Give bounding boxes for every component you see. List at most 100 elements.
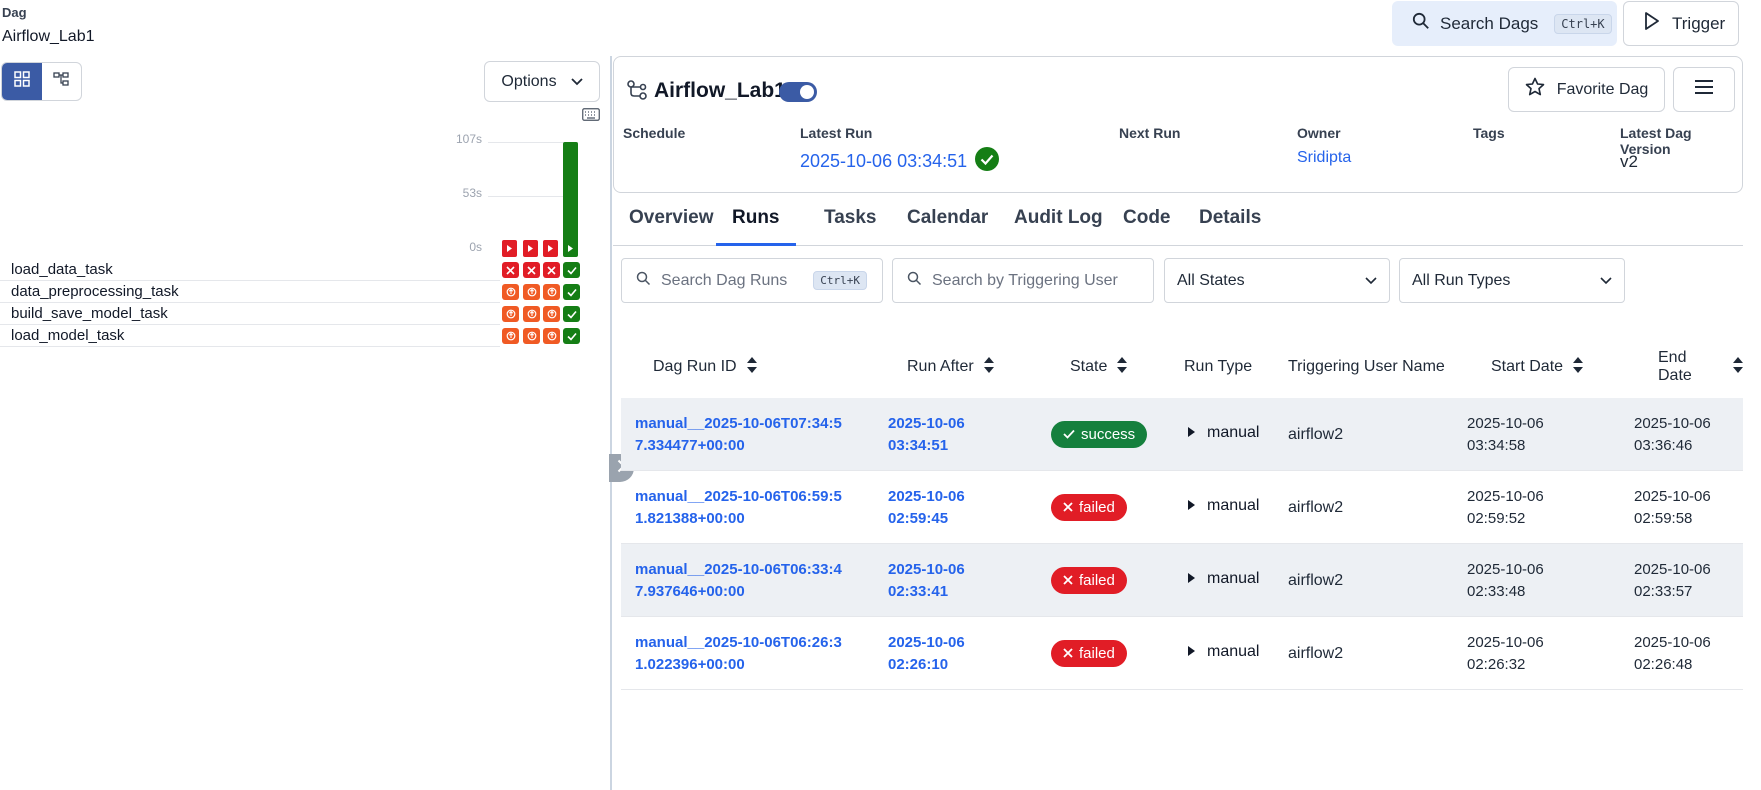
- end-date-line: 02:26:48: [1634, 656, 1693, 673]
- task-row[interactable]: build_save_model_task: [0, 303, 500, 325]
- run-type-filter-select[interactable]: All Run Types: [1399, 258, 1625, 303]
- hamburger-icon: [1695, 80, 1713, 99]
- task-cell-success[interactable]: [563, 284, 580, 300]
- run-after-link[interactable]: 2025-10-06 02:59:45: [888, 486, 965, 530]
- table-row[interactable]: manual__2025-10-06T06:26:3 1.022396+00:0…: [621, 617, 1743, 690]
- run-bar-failed[interactable]: [502, 240, 517, 257]
- tab-details[interactable]: Details: [1183, 207, 1277, 246]
- tab-overview[interactable]: Overview: [613, 207, 730, 246]
- task-cell-upstream-failed[interactable]: [543, 306, 560, 322]
- play-icon: [1644, 12, 1660, 35]
- dag-run-id-line: 1.022396+00:00: [635, 656, 745, 673]
- task-cell-upstream-failed[interactable]: [502, 328, 519, 344]
- state-filter-select[interactable]: All States: [1164, 258, 1390, 303]
- search-triggering-user-input[interactable]: Search by Triggering User: [892, 258, 1154, 303]
- run-after-link[interactable]: 2025-10-06 03:34:51: [888, 413, 965, 457]
- task-cell-success[interactable]: [563, 262, 580, 278]
- task-cell-upstream-failed[interactable]: [523, 284, 540, 300]
- search-dags-button[interactable]: Search Dags Ctrl+K: [1392, 1, 1617, 46]
- breadcrumb-dag-name[interactable]: Airflow_Lab1: [2, 28, 95, 46]
- column-header-state[interactable]: State: [1070, 337, 1128, 397]
- run-bar-failed[interactable]: [543, 240, 558, 257]
- run-type-cell: manual: [1188, 570, 1259, 588]
- task-cell-upstream-failed[interactable]: [502, 306, 519, 322]
- end-date-line: 2025-10-06: [1634, 415, 1711, 432]
- tab-calendar[interactable]: Calendar: [891, 207, 1004, 246]
- grid-view-button[interactable]: [2, 63, 42, 100]
- task-cell-upstream-failed[interactable]: [502, 284, 519, 300]
- trigger-button[interactable]: Trigger: [1623, 1, 1739, 46]
- x-icon: [1063, 645, 1073, 662]
- dag-run-id-link[interactable]: manual__2025-10-06T06:59:5 1.821388+00:0…: [635, 486, 842, 530]
- options-label: Options: [501, 72, 557, 90]
- column-header-label: Dag Run ID: [653, 358, 737, 375]
- y-axis-label-max: 107s: [455, 132, 482, 146]
- end-date-line: 02:33:57: [1634, 583, 1693, 600]
- dag-menu-button[interactable]: [1673, 67, 1735, 112]
- column-header-run-after[interactable]: Run After: [907, 337, 994, 397]
- task-cell-upstream-failed[interactable]: [523, 328, 540, 344]
- table-row[interactable]: manual__2025-10-06T06:59:5 1.821388+00:0…: [621, 471, 1743, 544]
- table-row[interactable]: manual__2025-10-06T07:34:5 7.334477+00:0…: [621, 398, 1743, 471]
- graph-view-button[interactable]: [42, 63, 82, 100]
- task-name: build_save_model_task: [11, 305, 168, 322]
- task-row[interactable]: data_preprocessing_task: [0, 281, 500, 303]
- sort-icon: [1573, 356, 1584, 378]
- state-badge-label: success: [1081, 426, 1136, 443]
- options-dropdown[interactable]: Options: [484, 61, 600, 102]
- start-date-line: 03:34:58: [1467, 437, 1526, 454]
- run-bar-failed[interactable]: [523, 240, 538, 257]
- end-date-line: 2025-10-06: [1634, 634, 1711, 651]
- star-icon: [1525, 77, 1545, 102]
- task-cell-upstream-failed[interactable]: [523, 306, 540, 322]
- task-cell-upstream-failed[interactable]: [543, 328, 560, 344]
- owner-link[interactable]: Sridipta: [1297, 149, 1351, 167]
- run-bar-success[interactable]: [563, 142, 578, 257]
- run-after-link[interactable]: 2025-10-06 02:33:41: [888, 559, 965, 603]
- task-cell-success[interactable]: [563, 328, 580, 344]
- task-cell-failed[interactable]: [502, 262, 519, 278]
- run-after-line: 02:26:10: [888, 656, 949, 673]
- chevron-down-icon: [1600, 272, 1612, 290]
- keyboard-icon[interactable]: [582, 108, 600, 126]
- task-cell-failed[interactable]: [523, 262, 540, 278]
- run-after-link[interactable]: 2025-10-06 02:26:10: [888, 632, 965, 676]
- task-name: load_model_task: [11, 327, 125, 344]
- latest-run-link[interactable]: 2025-10-06 03:34:51: [800, 147, 1000, 176]
- column-header-end-date[interactable]: End Date: [1658, 337, 1743, 397]
- dag-run-id-line: manual__2025-10-06T07:34:5: [635, 415, 842, 432]
- latest-run-label: Latest Run: [800, 125, 873, 141]
- dag-run-id-link[interactable]: manual__2025-10-06T06:33:4 7.937646+00:0…: [635, 559, 842, 603]
- task-cell-success[interactable]: [563, 306, 580, 322]
- success-check-icon: [975, 147, 1000, 176]
- column-header-triggering-user: Triggering User Name: [1288, 337, 1445, 397]
- tags-label: Tags: [1473, 125, 1505, 141]
- end-date-line: 03:36:46: [1634, 437, 1693, 454]
- run-after-line: 2025-10-06: [888, 415, 965, 432]
- task-cell-failed[interactable]: [543, 262, 560, 278]
- play-triangle-icon: [1188, 424, 1195, 442]
- latest-run-value: 2025-10-06 03:34:51: [800, 151, 968, 171]
- tab-audit-log[interactable]: Audit Log: [998, 207, 1119, 246]
- task-row[interactable]: load_data_task: [0, 259, 500, 281]
- schedule-label: Schedule: [623, 125, 686, 141]
- search-dag-runs-input[interactable]: Search Dag Runs Ctrl+K: [621, 258, 883, 303]
- end-date-line: 2025-10-06: [1634, 488, 1711, 505]
- tab-runs[interactable]: Runs: [716, 207, 796, 246]
- task-row[interactable]: load_model_task: [0, 325, 500, 347]
- dag-run-id-link[interactable]: manual__2025-10-06T06:26:3 1.022396+00:0…: [635, 632, 842, 676]
- triggering-user: airflow2: [1288, 572, 1344, 589]
- chevron-down-icon: [1365, 272, 1377, 290]
- dag-pause-toggle[interactable]: [779, 82, 817, 102]
- run-after-line: 2025-10-06: [888, 488, 965, 505]
- favorite-dag-button[interactable]: Favorite Dag: [1508, 67, 1665, 112]
- tab-code[interactable]: Code: [1107, 207, 1187, 246]
- panel-divider[interactable]: [610, 56, 612, 790]
- search-shortcut-kbd: Ctrl+K: [1554, 13, 1612, 34]
- column-header-dag-run-id[interactable]: Dag Run ID: [653, 337, 757, 397]
- dag-run-id-link[interactable]: manual__2025-10-06T07:34:5 7.334477+00:0…: [635, 413, 842, 457]
- tab-tasks[interactable]: Tasks: [808, 207, 892, 246]
- task-cell-upstream-failed[interactable]: [543, 284, 560, 300]
- table-row[interactable]: manual__2025-10-06T06:33:4 7.937646+00:0…: [621, 544, 1743, 617]
- column-header-start-date[interactable]: Start Date: [1491, 337, 1584, 397]
